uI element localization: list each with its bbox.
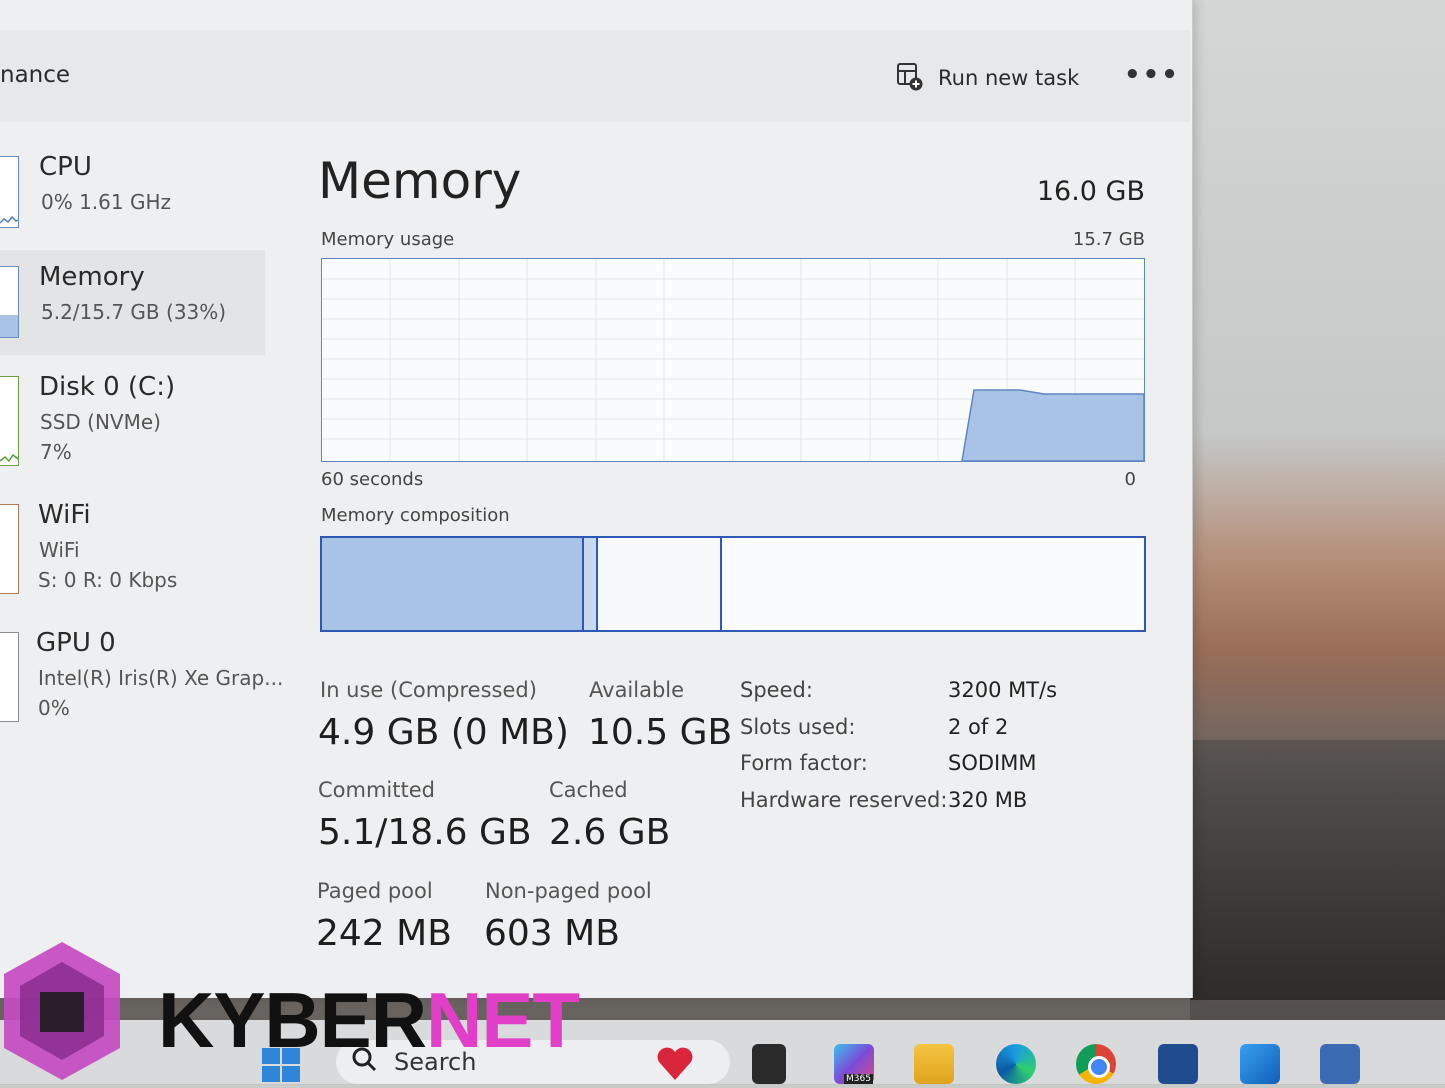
memory-usage-graph [321, 258, 1145, 462]
m365-badge: M365 [844, 1074, 873, 1084]
sidebar-item-label: CPU [39, 152, 92, 182]
wallpaper-shadow [1190, 740, 1445, 1000]
memory-usage-max: 15.7 GB [1072, 229, 1145, 250]
store-icon[interactable] [1158, 1044, 1198, 1084]
speed-value: 3200 MT/s [948, 678, 1058, 702]
sidebar-item-label: Memory [39, 262, 145, 292]
sidebar-item-detail: 0% 1.61 GHz [41, 190, 172, 214]
composition-in-use[interactable] [322, 538, 584, 630]
speed-label: Speed: [740, 678, 813, 702]
watermark-part-kyber: KYBER [158, 976, 427, 1064]
memory-total: 16.0 GB [1036, 176, 1145, 207]
cpu-thumbnail-graph [0, 156, 19, 228]
disk-thumbnail-graph [0, 376, 19, 466]
sidebar-item-label: GPU 0 [36, 628, 116, 658]
composition-modified[interactable] [584, 538, 598, 630]
cached-label: Cached [549, 778, 628, 802]
kybernet-logo-icon [4, 942, 120, 1080]
graph-axis-left: 60 seconds [321, 469, 424, 490]
sidebar-item-detail: SSD (NVMe) [40, 410, 161, 434]
sidebar-item-throughput: S: 0 R: 0 Kbps [38, 568, 178, 592]
m365-icon[interactable]: M365 [834, 1044, 874, 1084]
watermark-text: KYBERNET [158, 975, 580, 1066]
watermark-part-net: NET [426, 976, 580, 1064]
sidebar-item-disk[interactable]: Disk 0 (C:) SSD (NVMe) 7% [0, 362, 265, 482]
memory-title: Memory [318, 152, 522, 210]
hardware-reserved-label: Hardware reserved: [740, 788, 948, 812]
memory-usage-label: Memory usage [321, 229, 455, 250]
sidebar-item-label: WiFi [38, 500, 91, 530]
non-paged-pool-label: Non-paged pool [485, 879, 652, 903]
committed-value: 5.1/18.6 GB [318, 812, 532, 853]
heart-app-icon[interactable] [655, 1044, 695, 1084]
file-app-icon[interactable] [752, 1044, 786, 1084]
sidebar-item-gpu[interactable]: GPU 0 Intel(R) Iris(R) Xe Grap... 0% [0, 618, 283, 738]
memory-composition-bar [320, 536, 1146, 632]
chrome-icon[interactable] [1076, 1044, 1116, 1084]
memory-thumbnail-graph [0, 266, 19, 338]
sidebar-item-memory[interactable]: Memory 5.2/15.7 GB (33%) [0, 250, 265, 355]
sidebar-item-detail: 5.2/15.7 GB (33%) [41, 300, 227, 324]
slots-label: Slots used: [740, 715, 856, 739]
more-options-icon[interactable]: ••• [1124, 60, 1180, 90]
wifi-thumbnail-graph [0, 504, 19, 594]
memory-usage-area [961, 389, 1144, 461]
memory-usage-svg [322, 259, 1144, 461]
sidebar-item-detail: Intel(R) Iris(R) Xe Grap... [38, 666, 284, 690]
page-title: nance [0, 62, 71, 88]
sidebar-item-cpu[interactable]: CPU 0% 1.61 GHz [0, 140, 265, 240]
composition-standby[interactable] [598, 538, 722, 630]
file-explorer-icon[interactable] [914, 1044, 954, 1084]
available-label: Available [589, 678, 685, 702]
run-task-icon [896, 61, 924, 96]
form-factor-value: SODIMM [948, 751, 1037, 775]
task-manager-window: nance Run new task ••• CPU 0% 1.61 GHz M… [0, 0, 1193, 998]
in-use-label: In use (Compressed) [320, 678, 537, 702]
sidebar-item-percent: 7% [40, 440, 72, 464]
run-task-label: Run new task [938, 66, 1080, 90]
sidebar-item-percent: 0% [38, 696, 70, 720]
sidebar-item-wifi[interactable]: WiFi WiFi S: 0 R: 0 Kbps [0, 490, 265, 610]
paged-pool-label: Paged pool [317, 879, 433, 903]
composition-free[interactable] [722, 538, 1144, 630]
edge-icon[interactable] [996, 1044, 1036, 1084]
cached-value: 2.6 GB [549, 812, 671, 853]
committed-label: Committed [318, 778, 435, 802]
form-factor-label: Form factor: [740, 751, 868, 775]
gpu-thumbnail-graph [0, 632, 19, 722]
available-value: 10.5 GB [588, 712, 733, 753]
hardware-reserved-value: 320 MB [948, 788, 1028, 812]
outlook-icon[interactable] [1240, 1044, 1280, 1084]
slots-value: 2 of 2 [948, 715, 1009, 739]
memory-composition-label: Memory composition [321, 505, 510, 526]
in-use-value: 4.9 GB (0 MB) [318, 712, 569, 753]
run-new-task-button[interactable]: Run new task [896, 62, 1079, 94]
sidebar-item-label: Disk 0 (C:) [39, 372, 176, 402]
graph-axis-right: 0 [1124, 469, 1136, 490]
sidebar-item-detail: WiFi [39, 538, 80, 562]
task-manager-icon[interactable] [1320, 1044, 1360, 1084]
